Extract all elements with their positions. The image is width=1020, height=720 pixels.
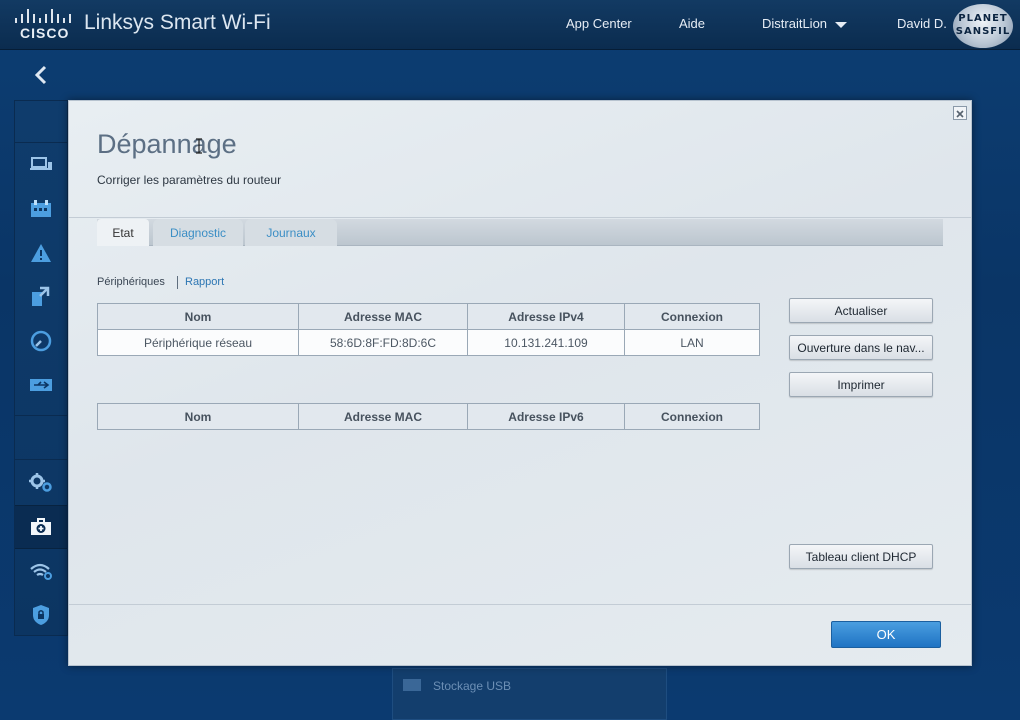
top-bar: cisco Linksys Smart Wi-Fi App Center Aid… — [0, 0, 1020, 50]
cell-connection: LAN — [624, 329, 760, 356]
sidebar-item-wireless[interactable] — [15, 549, 67, 593]
sidebar-item-speed-test[interactable] — [15, 319, 67, 363]
sidebar-item-devices[interactable] — [15, 143, 67, 187]
sidebar-divider — [15, 415, 67, 416]
tab-logs[interactable]: Journaux — [245, 219, 337, 246]
cell-ipv4: 10.131.241.109 — [467, 329, 625, 356]
sidebar-item-troubleshooting[interactable] — [15, 505, 75, 549]
badge-line2: SANSFIL — [955, 26, 1011, 37]
app-title: Linksys Smart Wi-Fi — [84, 11, 271, 34]
ipv6-device-table: Nom Adresse MAC Adresse IPv6 Connexion — [97, 403, 760, 430]
sidebar-divider — [15, 459, 67, 460]
chevron-down-icon — [835, 21, 848, 28]
footer-divider — [69, 604, 971, 605]
print-button[interactable]: Imprimer — [789, 372, 933, 397]
ok-button[interactable]: OK — [831, 621, 941, 648]
nav-app-center[interactable]: App Center — [566, 16, 632, 31]
column-header-ipv6: Adresse IPv6 — [467, 403, 625, 430]
badge-line1: PLANET — [958, 13, 1008, 24]
back-button[interactable] — [14, 52, 68, 98]
column-header-name: Nom — [97, 403, 299, 430]
cisco-bars-icon — [15, 9, 73, 23]
column-header-name: Nom — [97, 303, 299, 330]
refresh-button[interactable]: Actualiser — [789, 298, 933, 323]
subnav-report-link[interactable]: Rapport — [185, 276, 224, 288]
cisco-logo: cisco — [14, 9, 74, 41]
subnav: Périphériques Rapport — [97, 276, 224, 289]
table-header-row: Nom Adresse MAC Adresse IPv6 Connexion — [97, 403, 760, 430]
planet-sansfil-logo: PLANET SANSFIL — [953, 4, 1013, 48]
tab-status[interactable]: Etat — [97, 219, 149, 246]
cell-name: Périphérique réseau — [97, 329, 299, 356]
tab-bar: Etat Diagnostic Journaux — [97, 219, 943, 246]
sidebar-item-alerts[interactable] — [15, 231, 67, 275]
open-in-browser-button[interactable]: Ouverture dans le nav... — [789, 335, 933, 360]
close-icon — [956, 110, 964, 118]
sidebar-top — [15, 101, 67, 143]
first-aid-kit-icon — [31, 518, 51, 535]
router-selector[interactable]: DistraitLion — [762, 16, 848, 31]
subnav-separator — [177, 276, 178, 289]
column-header-mac: Adresse MAC — [298, 303, 468, 330]
usb-icon — [403, 679, 421, 691]
column-header-ipv4: Adresse IPv4 — [467, 303, 625, 330]
table-header-row: Nom Adresse MAC Adresse IPv4 Connexion — [97, 303, 760, 330]
usb-icon — [30, 379, 52, 391]
text-cursor-icon — [196, 138, 202, 154]
usb-storage-widget: Stockage USB — [392, 668, 667, 720]
security-shield-icon — [33, 605, 49, 625]
sidebar — [14, 100, 75, 637]
subnav-devices: Périphériques — [97, 276, 165, 288]
dhcp-client-table-button[interactable]: Tableau client DHCP — [789, 544, 933, 569]
sidebar-item-media[interactable] — [15, 275, 67, 319]
close-button[interactable] — [953, 106, 967, 120]
calendar-icon — [31, 200, 51, 217]
tab-diagnostic[interactable]: Diagnostic — [153, 219, 243, 246]
user-menu[interactable]: David D. — [897, 16, 947, 31]
sidebar-item-parental-controls[interactable] — [15, 187, 67, 231]
nav-help[interactable]: Aide — [679, 16, 705, 31]
warning-icon — [31, 244, 51, 262]
chevron-left-icon — [34, 65, 47, 85]
sidebar-item-connectivity[interactable] — [15, 461, 67, 505]
wifi-settings-icon — [30, 563, 52, 580]
header-divider — [69, 217, 971, 218]
column-header-connection: Connexion — [624, 403, 760, 430]
cisco-wordmark: cisco — [20, 25, 70, 41]
router-name: DistraitLion — [762, 16, 828, 31]
page-title: Dépannage — [97, 129, 237, 159]
page-subtitle: Corriger les paramètres du routeur — [97, 173, 282, 187]
ipv4-device-table: Nom Adresse MAC Adresse IPv4 Connexion P… — [97, 303, 760, 356]
column-header-mac: Adresse MAC — [298, 403, 468, 430]
speedometer-icon — [30, 330, 52, 352]
sidebar-item-security[interactable] — [15, 593, 67, 637]
table-row[interactable]: Périphérique réseau 58:6D:8F:FD:8D:6C 10… — [97, 329, 760, 356]
sidebar-item-usb-storage[interactable] — [15, 363, 67, 407]
cell-mac: 58:6D:8F:FD:8D:6C — [298, 329, 468, 356]
devices-icon — [30, 157, 52, 170]
column-header-connection: Connexion — [624, 303, 760, 330]
settings-gears-icon — [29, 473, 52, 492]
transfer-icon — [32, 286, 50, 306]
troubleshooting-dialog: Dépannage Corriger les paramètres du rou… — [68, 100, 972, 666]
widget-label: Stockage USB — [433, 679, 512, 693]
